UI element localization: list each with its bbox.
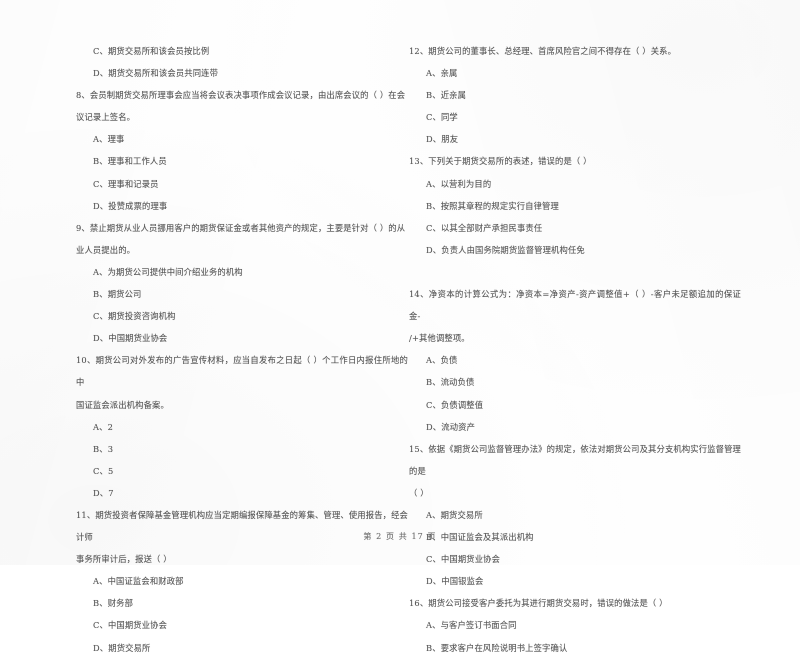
question-stem-line: 国证监会派出机构备案。 bbox=[76, 399, 169, 410]
question-option-line: D、中国银监会 bbox=[426, 576, 484, 587]
question-stem-line: 14、净资本的计算公式为：净资本=净资产-资产调整值+（ ）-客户未足额追加的保… bbox=[409, 289, 741, 322]
question-option-line: C、负债调整值 bbox=[426, 399, 484, 410]
question-option-line: A、与客户签订书面合同 bbox=[426, 620, 517, 631]
question-stem-line: 8、会员制期货交易所理事会应当将会议表决事项作成会议记录，由出席会议的（ ）在会 bbox=[76, 90, 406, 101]
question-option-line: D、朋友 bbox=[426, 134, 459, 145]
question-option-line: D、投赞成票的理事 bbox=[93, 200, 168, 211]
question-option-line: D、期货交易所和该会员共同连带 bbox=[93, 68, 219, 79]
question-stem-line: /+其他调整项。 bbox=[409, 333, 470, 344]
question-stem-line: 业人员提出的。 bbox=[76, 244, 136, 255]
question-option-line: D、中国期货业协会 bbox=[93, 333, 168, 344]
question-stem-line: 15、依据《期货公司监督管理办法》的规定，依法对期货公司及其分支机构实行监督管理… bbox=[409, 443, 741, 476]
question-option-line: A、理事 bbox=[93, 134, 125, 145]
question-option-line: C、期货投资咨询机构 bbox=[93, 311, 176, 322]
question-option-line: B、要求客户在风险说明书上签字确认 bbox=[426, 642, 568, 653]
question-option-line: C、中国期货业协会 bbox=[426, 554, 501, 565]
question-option-line: B、期货公司 bbox=[93, 289, 142, 300]
question-option-line: A、2 bbox=[93, 421, 114, 432]
question-option-line: A、中国证监会和财政部 bbox=[93, 576, 184, 587]
question-option-line: B、财务部 bbox=[93, 598, 134, 609]
question-option-line: D、负责人由国务院期货监督管理机构任免 bbox=[426, 244, 585, 255]
question-option-line: B、3 bbox=[93, 443, 114, 454]
question-option-line: A、以营利为目的 bbox=[426, 178, 492, 189]
question-option-line: C、期货交易所和该会员按比例 bbox=[93, 46, 210, 56]
question-option-line: D、流动资产 bbox=[426, 421, 476, 432]
question-option-line: B、理事和工作人员 bbox=[93, 156, 167, 167]
question-option-line: D、期货交易所 bbox=[93, 642, 151, 653]
page-footer: 第 2 页 共 17 页 bbox=[363, 532, 437, 541]
question-stem-line: 9、禁止期货从业人员挪用客户的期货保证金或者其他资产的规定，主要是针对（ ）的从 bbox=[76, 222, 406, 233]
question-option-line: B、按照其章程的规定实行自律管理 bbox=[426, 200, 559, 211]
question-stem-line: （ ） bbox=[409, 487, 429, 498]
exam-page: C、期货交易所和该会员按比例 D、期货交易所和该会员共同连带 8、会员制期货交易所理… bbox=[0, 0, 800, 653]
question-option-line: C、5 bbox=[93, 465, 114, 476]
question-column-left: C、期货交易所和该会员按比例 D、期货交易所和该会员共同连带 8、会员制期货交易所理… bbox=[76, 40, 408, 659]
question-option-line: A、为期货公司提供中间介绍业务的机构 bbox=[93, 266, 243, 277]
question-option-line: D、7 bbox=[93, 487, 114, 498]
question-column-right: 12、期货公司的董事长、总经理、首席风险官之间不得存在（ ）关系。 A、亲属 B、近… bbox=[409, 40, 741, 659]
question-stem-line: 事务所审计后，报送（ ） bbox=[76, 554, 172, 565]
question-stem-line: 议记录上签名。 bbox=[76, 112, 136, 123]
question-stem-line: 12、期货公司的董事长、总经理、首席风险官之间不得存在（ ）关系。 bbox=[409, 46, 677, 56]
question-option-line: A、负债 bbox=[426, 355, 458, 366]
question-option-line: C、同学 bbox=[426, 112, 458, 123]
question-option-line: C、以其全部财产承担民事责任 bbox=[426, 222, 543, 233]
question-option-line: B、流动负债 bbox=[426, 377, 475, 388]
question-option-line: A、亲属 bbox=[426, 68, 458, 79]
question-stem-line: 10、期货公司对外发布的广告宣传材料，应当自发布之日起（ ）个工作日内报住所地的… bbox=[76, 355, 408, 388]
question-stem-line: 13、下列关于期货交易所的表述，错误的是（ ） bbox=[409, 156, 592, 167]
question-option-line: B、近亲属 bbox=[426, 90, 467, 101]
question-stem-line: 16、期货公司接受客户委托为其进行期货交易时，错误的做法是（ ） bbox=[409, 598, 668, 609]
question-option-line: C、理事和记录员 bbox=[93, 178, 159, 189]
question-option-line: A、期货交易所 bbox=[426, 509, 483, 520]
question-option-line: C、中国期货业协会 bbox=[93, 620, 168, 631]
